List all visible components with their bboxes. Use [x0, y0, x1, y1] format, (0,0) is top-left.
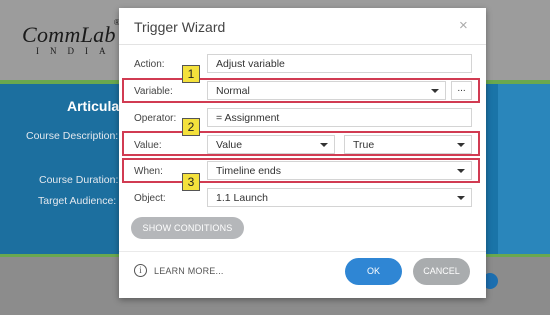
- variable-highlight-box: [122, 78, 480, 103]
- cancel-button[interactable]: CANCEL: [413, 258, 470, 285]
- title-divider: [119, 44, 486, 45]
- object-select[interactable]: 1.1 Launch: [207, 188, 472, 207]
- operator-select[interactable]: = Assignment: [207, 108, 472, 127]
- operator-label: Operator:: [134, 113, 177, 124]
- learn-more-link[interactable]: LEARN MORE...: [154, 266, 224, 276]
- operator-value: = Assignment: [216, 112, 280, 124]
- logo-subtext: INDIA: [36, 46, 117, 56]
- action-value: Adjust variable: [216, 58, 285, 70]
- slide-panel-accent-light: [498, 84, 550, 254]
- when-highlight-box: [122, 158, 480, 183]
- target-audience-label: Target Audience: T: [38, 195, 126, 207]
- footer-divider: [119, 251, 486, 252]
- callout-2: 2: [182, 118, 200, 136]
- chevron-down-icon: [457, 196, 465, 200]
- show-conditions-button[interactable]: SHOW CONDITIONS: [131, 217, 244, 239]
- course-duration-label: Course Duration: T: [39, 174, 128, 186]
- course-description-label: Course Description: T: [26, 130, 128, 142]
- commlab-logo: CommLab INDIA ®: [22, 18, 122, 70]
- value-highlight-box: [122, 131, 480, 156]
- callout-3: 3: [182, 173, 200, 191]
- close-icon[interactable]: ×: [459, 18, 468, 33]
- action-select[interactable]: Adjust variable: [207, 54, 472, 73]
- dialog-title: Trigger Wizard: [134, 19, 226, 35]
- slide-title: Articulat: [67, 98, 124, 114]
- object-value: 1.1 Launch: [216, 192, 268, 204]
- callout-1: 1: [182, 65, 200, 83]
- action-label: Action:: [134, 59, 165, 70]
- object-label: Object:: [134, 193, 166, 204]
- logo-text: CommLab: [22, 22, 116, 47]
- info-icon[interactable]: i: [134, 264, 147, 277]
- ok-button[interactable]: OK: [345, 258, 402, 285]
